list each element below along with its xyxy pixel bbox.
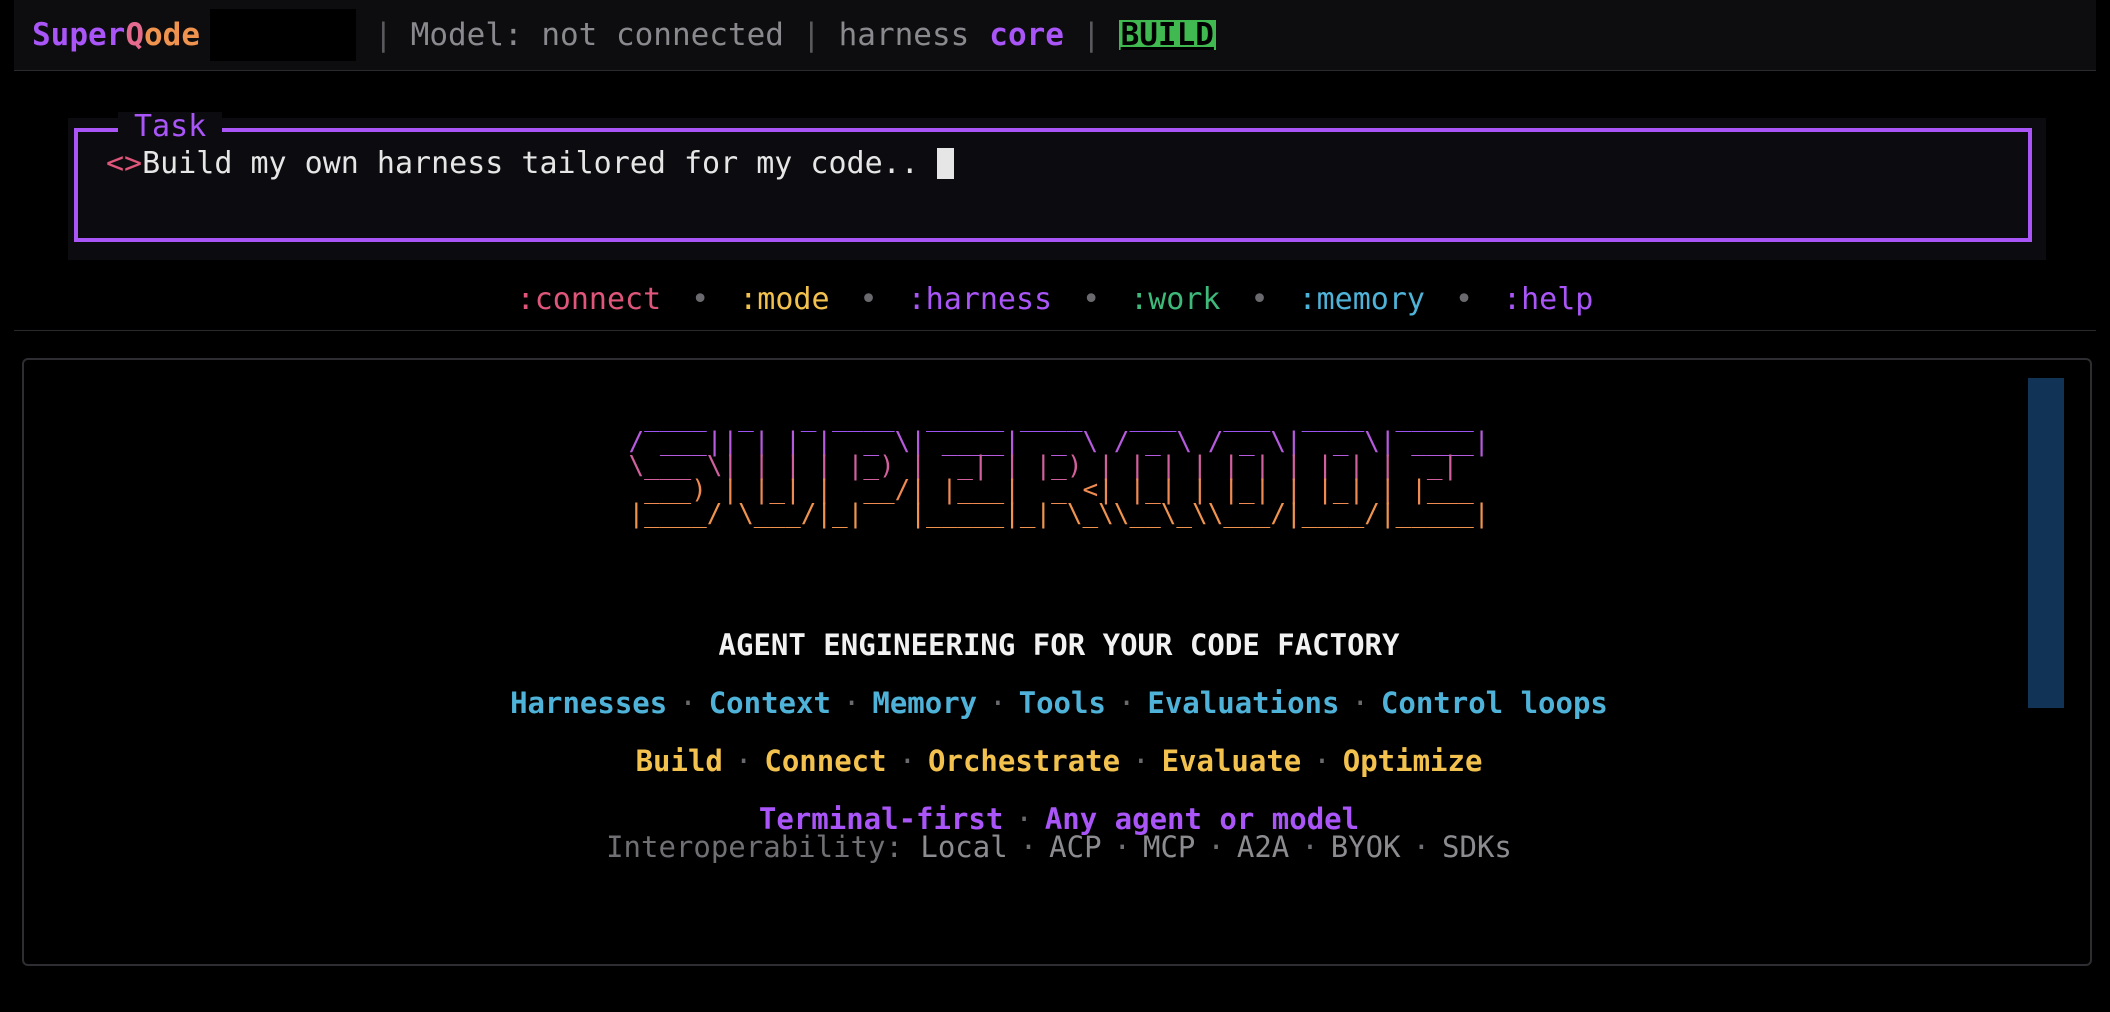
interop-row: Interoperability: Local · ACP · MCP · A2A · BYOK… [24, 830, 2094, 864]
ascii-logo: ____ _ _ ____ _____ ____ ___ ___ ____ __… [24, 405, 2094, 529]
mode-badge[interactable]: BUILD [1118, 20, 1216, 51]
features-row: Harnesses · Context · Memory · Tools · Evaluatio… [24, 686, 2094, 720]
hint-memory[interactable]: :memory [1299, 282, 1425, 317]
middot: · [1113, 830, 1132, 864]
middot: · [842, 686, 861, 720]
task-input-value[interactable]: Build my own harness tailored for my cod… [142, 146, 919, 181]
middot: · [1412, 830, 1431, 864]
actions-row: Build · Connect · Orchestrate · Evaluate · Optim… [24, 744, 2094, 778]
feature-item: Evaluations [1147, 686, 1340, 720]
tagline: AGENT ENGINEERING FOR YOUR CODE FACTORY [718, 628, 1400, 662]
middot: · [734, 744, 753, 778]
prompt-marker-icon: <> [106, 146, 143, 181]
status-separator: | [374, 17, 393, 53]
interop-item: ACP [1049, 830, 1102, 864]
brand-blank-box [210, 9, 356, 61]
status-bar: SuperQode | Model: not connected | harne… [14, 0, 2096, 71]
welcome-panel: ____ _ _ ____ _____ ____ ___ ___ ____ __… [22, 358, 2092, 966]
section-divider [14, 330, 2096, 331]
middot: · [989, 686, 1007, 720]
hint-work[interactable]: :work [1130, 282, 1220, 317]
feature-item: Tools [1018, 686, 1106, 720]
middot: · [679, 686, 697, 720]
task-panel: Task <> Build my own harness tailored for… [68, 112, 2046, 260]
hint-help[interactable]: :help [1503, 282, 1593, 317]
model-status[interactable]: Model: not connected [411, 17, 784, 53]
task-input-box[interactable]: Task <> Build my own harness tailored for… [74, 112, 2032, 242]
middot: · [1207, 830, 1225, 864]
block-cursor-icon [936, 148, 954, 179]
action-item: Optimize [1342, 744, 1483, 778]
hint-bullet: • [1082, 282, 1101, 317]
harness-label: harness [838, 17, 970, 53]
interop-item: BYOK [1330, 830, 1401, 864]
command-hints: :connect • :mode • :harness • :work • :memory • :h… [0, 282, 2110, 317]
action-item: Connect [764, 744, 887, 778]
feature-item: Control loops [1380, 686, 1608, 720]
hint-mode[interactable]: :mode [739, 282, 829, 317]
interop-item: MCP [1143, 830, 1196, 864]
harness-value[interactable]: core [989, 17, 1064, 53]
feature-item: Harnesses [510, 686, 668, 720]
status-separator: | [1081, 17, 1101, 53]
hint-bullet: • [1454, 282, 1474, 317]
action-item: Orchestrate [928, 744, 1121, 778]
ascii-logo-line: |____/ \___/|_| |_____|_| \_\\__\_\\___/… [628, 499, 1490, 529]
brand-text-super: Super [32, 17, 126, 53]
brand-text-ode: ode [144, 17, 200, 53]
middot: · [898, 744, 917, 778]
brand-text-q: Q [125, 17, 144, 53]
terminal-window: SuperQode | Model: not connected | harne… [0, 0, 2110, 1012]
action-item: Build [635, 744, 723, 778]
interop-item: Local [920, 830, 1008, 864]
middot: · [1313, 744, 1331, 778]
task-legend: Task [118, 112, 223, 142]
status-separator: | [801, 17, 821, 53]
hint-bullet: • [859, 282, 878, 317]
middot: · [1351, 686, 1369, 720]
middot: · [1132, 744, 1150, 778]
interop-item: A2A [1236, 830, 1290, 864]
hint-bullet: • [1250, 282, 1269, 317]
hint-harness[interactable]: :harness [908, 282, 1053, 317]
app-brand: SuperQode [32, 17, 200, 53]
action-item: Evaluate [1161, 744, 1302, 778]
middot: · [1117, 686, 1136, 720]
middot: · [1301, 830, 1319, 864]
feature-item: Memory [872, 686, 978, 720]
feature-item: Context [708, 686, 831, 720]
task-input-line[interactable]: <> Build my own harness tailored for my c… [106, 146, 954, 181]
hint-bullet: • [691, 282, 710, 317]
interop-label: Interoperability: [606, 830, 903, 864]
middot: · [1019, 830, 1038, 864]
hint-connect[interactable]: :connect [517, 282, 662, 317]
interop-item: SDKs [1442, 830, 1512, 864]
